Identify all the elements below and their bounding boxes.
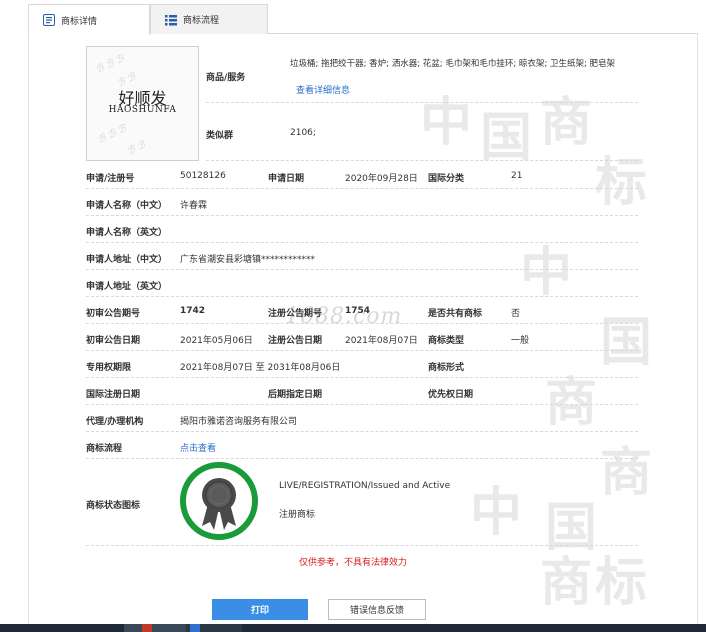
- logo-watermark: ℬ ℬ ℬ: [94, 53, 126, 76]
- later-date-label: 后期指定日期: [268, 390, 323, 400]
- divider: [86, 431, 638, 432]
- taskbar: [0, 624, 706, 632]
- goods-label: 商品/服务: [206, 73, 246, 83]
- agent-value: 揭阳市雅诺咨询服务有限公司: [180, 417, 298, 427]
- divider: [86, 269, 638, 270]
- applicant-cn-value: 许春霖: [180, 201, 208, 211]
- agent-label: 代理/办理机构: [86, 417, 144, 427]
- goods-value: 垃圾桶; 拖把绞干器; 香炉; 洒水器; 花盆; 毛巾架和毛巾挂环; 晾衣架; …: [290, 59, 616, 69]
- address-cn-value: 广东省潮安县彩塘镇************: [180, 255, 316, 265]
- reg-pub-date-label: 注册公告日期: [268, 336, 323, 346]
- divider: [206, 102, 638, 103]
- applicant-en-label: 申请人名称（英文）: [86, 228, 168, 238]
- trademark-image: ℬ ℬ ℬ ℬ ℬ ℬ ℬ ℬ ℬ ℬ 好顺发 HAOSHUNFA: [86, 46, 199, 161]
- divider: [86, 377, 638, 378]
- list-icon: [165, 15, 177, 26]
- prelim-date-label: 初审公告日期: [86, 336, 141, 346]
- exclusive-label: 专用权期限: [86, 363, 132, 373]
- document-icon: [43, 14, 55, 26]
- prelim-no-value: 1742: [180, 306, 206, 316]
- divider: [86, 404, 638, 405]
- logo-watermark: ℬ ℬ ℬ: [96, 123, 128, 146]
- similar-group-value: 2106;: [290, 128, 316, 138]
- divider: [86, 350, 638, 351]
- tab-trademark-details[interactable]: 商标详情: [28, 4, 150, 35]
- divider: [86, 458, 638, 459]
- view-details-link[interactable]: 查看详细信息: [296, 83, 350, 96]
- divider: [206, 160, 638, 161]
- divider: [86, 545, 638, 546]
- similar-group-label: 类似群: [206, 131, 234, 141]
- address-cn-label: 申请人地址（中文）: [86, 255, 168, 265]
- intl-reg-date-label: 国际注册日期: [86, 390, 141, 400]
- app-icon: [190, 624, 200, 632]
- intl-class-label: 国际分类: [428, 174, 465, 184]
- shared-label: 是否共有商标: [428, 309, 483, 319]
- browser-icon: [142, 624, 152, 632]
- divider: [86, 242, 638, 243]
- apply-date-value: 2020年09月28日: [345, 174, 418, 184]
- tm-type-value: 一般: [511, 336, 530, 346]
- reg-pub-no-label: 注册公告期号: [268, 309, 323, 319]
- priority-label: 优先权日期: [428, 390, 474, 400]
- status-chinese: 注册商标: [279, 510, 316, 520]
- tab-label: 商标详情: [61, 16, 98, 27]
- exclusive-value: 2021年08月07日 至 2031年08月06日: [180, 363, 341, 373]
- status-icon-label: 商标状态图标: [86, 501, 141, 511]
- reg-pub-no-value: 1754: [345, 306, 371, 316]
- divider: [86, 323, 638, 324]
- divider: [86, 215, 638, 216]
- award-ribbon-icon: [202, 478, 236, 530]
- disclaimer-text: 仅供参考，不具有法律效力: [298, 558, 407, 568]
- reg-no-value: 50128126: [180, 171, 226, 181]
- apply-date-label: 申请日期: [268, 174, 305, 184]
- reg-pub-date-value: 2021年08月07日: [345, 336, 418, 346]
- logo-english-text: HAOSHUNFA: [108, 105, 177, 115]
- prelim-no-label: 初审公告期号: [86, 309, 141, 319]
- view-process-link[interactable]: 点击查看: [180, 441, 216, 454]
- tm-form-label: 商标形式: [428, 363, 465, 373]
- applicant-cn-label: 申请人名称（中文）: [86, 201, 168, 211]
- print-button[interactable]: 打印: [212, 599, 308, 620]
- status-english: LIVE/REGISTRATION/Issued and Active: [279, 481, 451, 491]
- registered-seal-icon: [180, 462, 258, 540]
- divider: [86, 296, 638, 297]
- taskbar-item[interactable]: [124, 624, 186, 632]
- error-feedback-button[interactable]: 错误信息反馈: [328, 599, 426, 620]
- reg-no-label: 申请/注册号: [86, 174, 135, 184]
- logo-watermark: ℬ ℬ: [125, 139, 148, 158]
- tab-trademark-process[interactable]: 商标流程: [150, 4, 268, 34]
- prelim-date-value: 2021年05月06日: [180, 336, 253, 346]
- intl-class-value: 21: [511, 171, 523, 181]
- process-label: 商标流程: [86, 444, 123, 454]
- tm-type-label: 商标类型: [428, 336, 465, 346]
- tab-label: 商标流程: [183, 16, 220, 26]
- divider: [86, 188, 638, 189]
- shared-value: 否: [511, 309, 521, 319]
- address-en-label: 申请人地址（英文）: [86, 282, 168, 292]
- tab-bar: 商标详情 商标流程: [28, 4, 698, 35]
